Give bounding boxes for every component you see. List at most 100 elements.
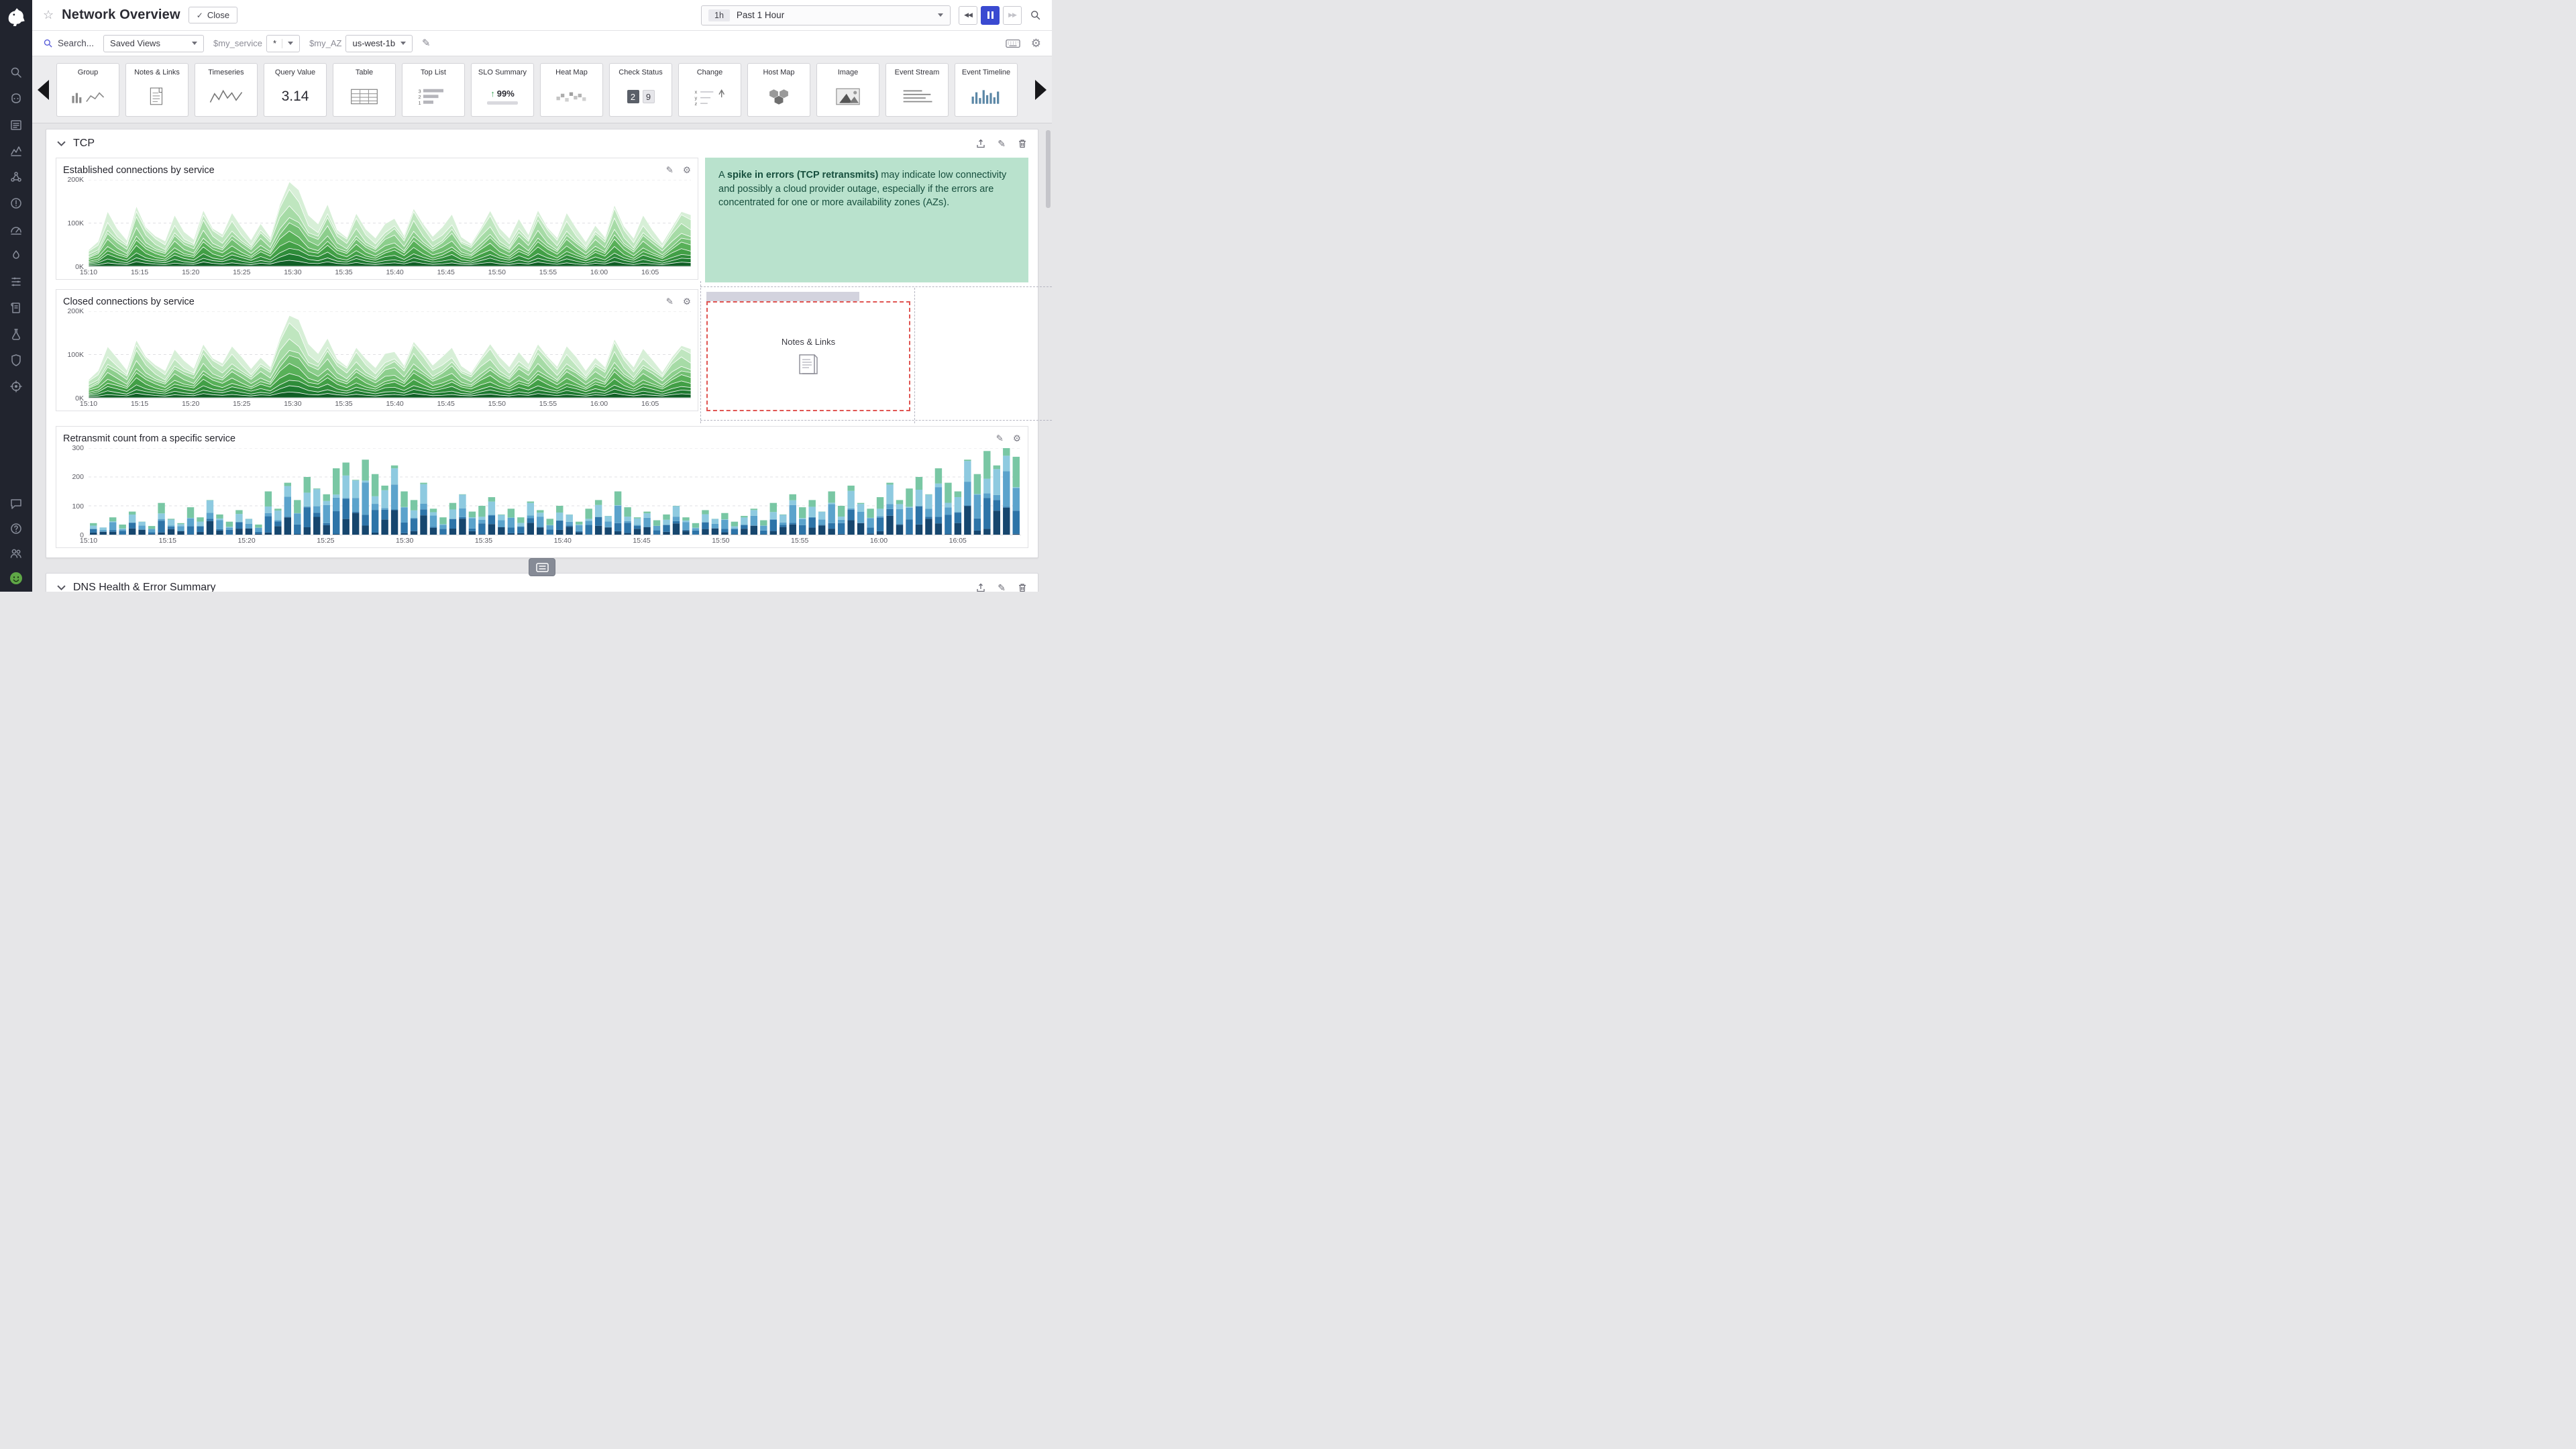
help-icon[interactable] bbox=[9, 522, 23, 535]
timeseries-plot[interactable] bbox=[89, 180, 691, 267]
drag-guide bbox=[914, 288, 915, 423]
magnifier-icon bbox=[1030, 9, 1041, 21]
datadog-logo[interactable] bbox=[5, 5, 28, 28]
event-timeline-widget-icon bbox=[955, 78, 1017, 116]
security-icon[interactable] bbox=[9, 354, 23, 367]
keyboard-shortcuts-icon[interactable] bbox=[1006, 39, 1020, 48]
top-list-widget-icon: 321 bbox=[402, 78, 464, 116]
time-range-picker[interactable]: 1h Past 1 Hour bbox=[701, 5, 951, 25]
time-range-chip: 1h bbox=[708, 9, 730, 21]
drag-guide bbox=[700, 281, 701, 423]
section-actions: ✎ bbox=[976, 139, 1027, 148]
dashboard-search[interactable]: Search... bbox=[43, 38, 94, 48]
widget-type-event-stream[interactable]: Event Stream bbox=[885, 63, 949, 117]
widget-type-heat-map[interactable]: Heat Map bbox=[540, 63, 603, 117]
monitors-icon[interactable] bbox=[9, 197, 23, 210]
widget-type-label: Group bbox=[78, 68, 99, 78]
retransmit-count-chart: 3002001000 15:1015:1515:2015:2515:3015:3… bbox=[63, 448, 1021, 546]
event-stream-widget-icon bbox=[886, 78, 948, 116]
widget-type-group[interactable]: Group bbox=[56, 63, 119, 117]
chevron-down-icon bbox=[288, 42, 293, 45]
saved-views-select[interactable]: Saved Views bbox=[103, 35, 204, 52]
collapse-chevron-icon[interactable] bbox=[57, 139, 66, 149]
notes-links-drop-placeholder[interactable]: Notes & Links bbox=[706, 301, 910, 411]
zoom-search-button[interactable] bbox=[1030, 9, 1041, 21]
widget-type-label: Image bbox=[838, 68, 859, 78]
apm-icon[interactable] bbox=[9, 249, 23, 262]
trash-icon[interactable] bbox=[1018, 139, 1027, 148]
users-icon[interactable] bbox=[9, 547, 23, 560]
rum-icon[interactable] bbox=[9, 380, 23, 393]
ci-icon[interactable] bbox=[9, 327, 23, 341]
widget-type-top-list[interactable]: Top List321 bbox=[402, 63, 465, 117]
watchdog-icon[interactable] bbox=[9, 92, 23, 105]
sidebar bbox=[0, 0, 32, 592]
infrastructure-icon[interactable] bbox=[9, 170, 23, 184]
chat-icon[interactable] bbox=[9, 497, 23, 511]
x-axis-labels: 15:1015:1515:2015:2515:3015:3515:4015:45… bbox=[89, 398, 691, 409]
dashboard-canvas: TCP ✎ Established connections by service bbox=[32, 123, 1052, 592]
widget-gear-icon[interactable]: ⚙ bbox=[683, 297, 691, 307]
widget-type-query-value[interactable]: Query Value3.14 bbox=[264, 63, 327, 117]
forward-button[interactable]: ▶▶ bbox=[1003, 6, 1022, 25]
widget-type-host-map[interactable]: Host Map bbox=[747, 63, 810, 117]
app-root: ☆ Network Overview ✓ Close 1h Past 1 Hou… bbox=[0, 0, 1052, 592]
widget-type-label: Timeseries bbox=[208, 68, 244, 78]
pause-button[interactable] bbox=[981, 6, 1000, 25]
template-var-value-select[interactable]: us-west-1b bbox=[345, 35, 413, 52]
widget-gear-icon[interactable]: ⚙ bbox=[683, 166, 691, 175]
widget-type-label: Check Status bbox=[619, 68, 662, 78]
playback-controls: ◀◀ ▶▶ bbox=[959, 6, 1022, 25]
timeseries-plot[interactable] bbox=[89, 311, 691, 398]
trash-icon[interactable] bbox=[1018, 583, 1027, 592]
widget-type-timeseries[interactable]: Timeseries bbox=[195, 63, 258, 117]
export-icon[interactable] bbox=[976, 583, 985, 592]
widget-type-change[interactable]: Changexyz bbox=[678, 63, 741, 117]
edit-variables-pencil-icon[interactable]: ✎ bbox=[422, 38, 431, 48]
image-widget-icon bbox=[817, 78, 879, 116]
charts-column: Established connections by service ✎ ⚙ 2… bbox=[56, 158, 698, 417]
edit-widget-pencil-icon[interactable]: ✎ bbox=[996, 434, 1004, 443]
check-status-widget-icon: 29 bbox=[610, 78, 672, 116]
widget-type-table[interactable]: Table bbox=[333, 63, 396, 117]
closed-connections-widget: Closed connections by service ✎ ⚙ 200K10… bbox=[56, 289, 698, 411]
logs-icon[interactable] bbox=[9, 301, 23, 315]
established-connections-widget: Established connections by service ✎ ⚙ 2… bbox=[56, 158, 698, 280]
export-icon[interactable] bbox=[976, 139, 985, 148]
x-axis-labels: 15:1015:1515:2015:2515:3015:3515:4015:45… bbox=[89, 535, 1021, 546]
filter-bar-right: ⚙ bbox=[1006, 38, 1041, 49]
synthetics-icon[interactable] bbox=[9, 223, 23, 236]
edit-section-pencil-icon[interactable]: ✎ bbox=[998, 583, 1006, 592]
widget-type-image[interactable]: Image bbox=[816, 63, 879, 117]
established-connections-chart: 200K100K0K 15:1015:1515:2015:2515:3015:3… bbox=[63, 180, 691, 278]
tray-scroll-left-arrow[interactable] bbox=[38, 80, 49, 100]
edit-section-pencil-icon[interactable]: ✎ bbox=[998, 139, 1006, 148]
bar-chart-plot[interactable] bbox=[89, 448, 1021, 535]
avatar-icon[interactable] bbox=[9, 572, 23, 585]
vertical-scrollbar[interactable] bbox=[1046, 130, 1051, 208]
template-var-value-select[interactable]: * bbox=[266, 35, 300, 52]
insert-widget-button[interactable] bbox=[529, 558, 555, 576]
widget-type-event-timeline[interactable]: Event Timeline bbox=[955, 63, 1018, 117]
collapse-chevron-icon[interactable] bbox=[57, 583, 66, 592]
widget-gear-icon[interactable]: ⚙ bbox=[1013, 434, 1021, 443]
tray-scroll-right-arrow[interactable] bbox=[1035, 80, 1046, 100]
dns-section-header: DNS Health & Error Summary ✎ bbox=[46, 574, 1038, 592]
dashboards-icon[interactable] bbox=[9, 144, 23, 158]
settings-gear-icon[interactable]: ⚙ bbox=[1031, 38, 1041, 49]
favorite-star-icon[interactable]: ☆ bbox=[43, 8, 54, 22]
widget-type-notes-links[interactable]: Notes & Links bbox=[125, 63, 189, 117]
sidebar-bottom bbox=[9, 497, 23, 585]
events-icon[interactable] bbox=[9, 118, 23, 131]
close-button[interactable]: ✓ Close bbox=[189, 7, 237, 23]
widget-type-slo-summary[interactable]: SLO Summary↑99% bbox=[471, 63, 534, 117]
notebooks-icon[interactable] bbox=[9, 275, 23, 288]
edit-widget-pencil-icon[interactable]: ✎ bbox=[666, 297, 674, 307]
note-widget[interactable]: A spike in errors (TCP retransmits) may … bbox=[705, 158, 1028, 282]
template-var-my-az: $my_AZ us-west-1b bbox=[309, 35, 413, 52]
rewind-button[interactable]: ◀◀ bbox=[959, 6, 977, 25]
edit-widget-pencil-icon[interactable]: ✎ bbox=[666, 166, 674, 175]
widget-tray-list: Group Notes & Links Timeseries Query Value3… bbox=[56, 63, 1028, 117]
search-icon[interactable] bbox=[9, 66, 23, 79]
widget-type-check-status[interactable]: Check Status29 bbox=[609, 63, 672, 117]
